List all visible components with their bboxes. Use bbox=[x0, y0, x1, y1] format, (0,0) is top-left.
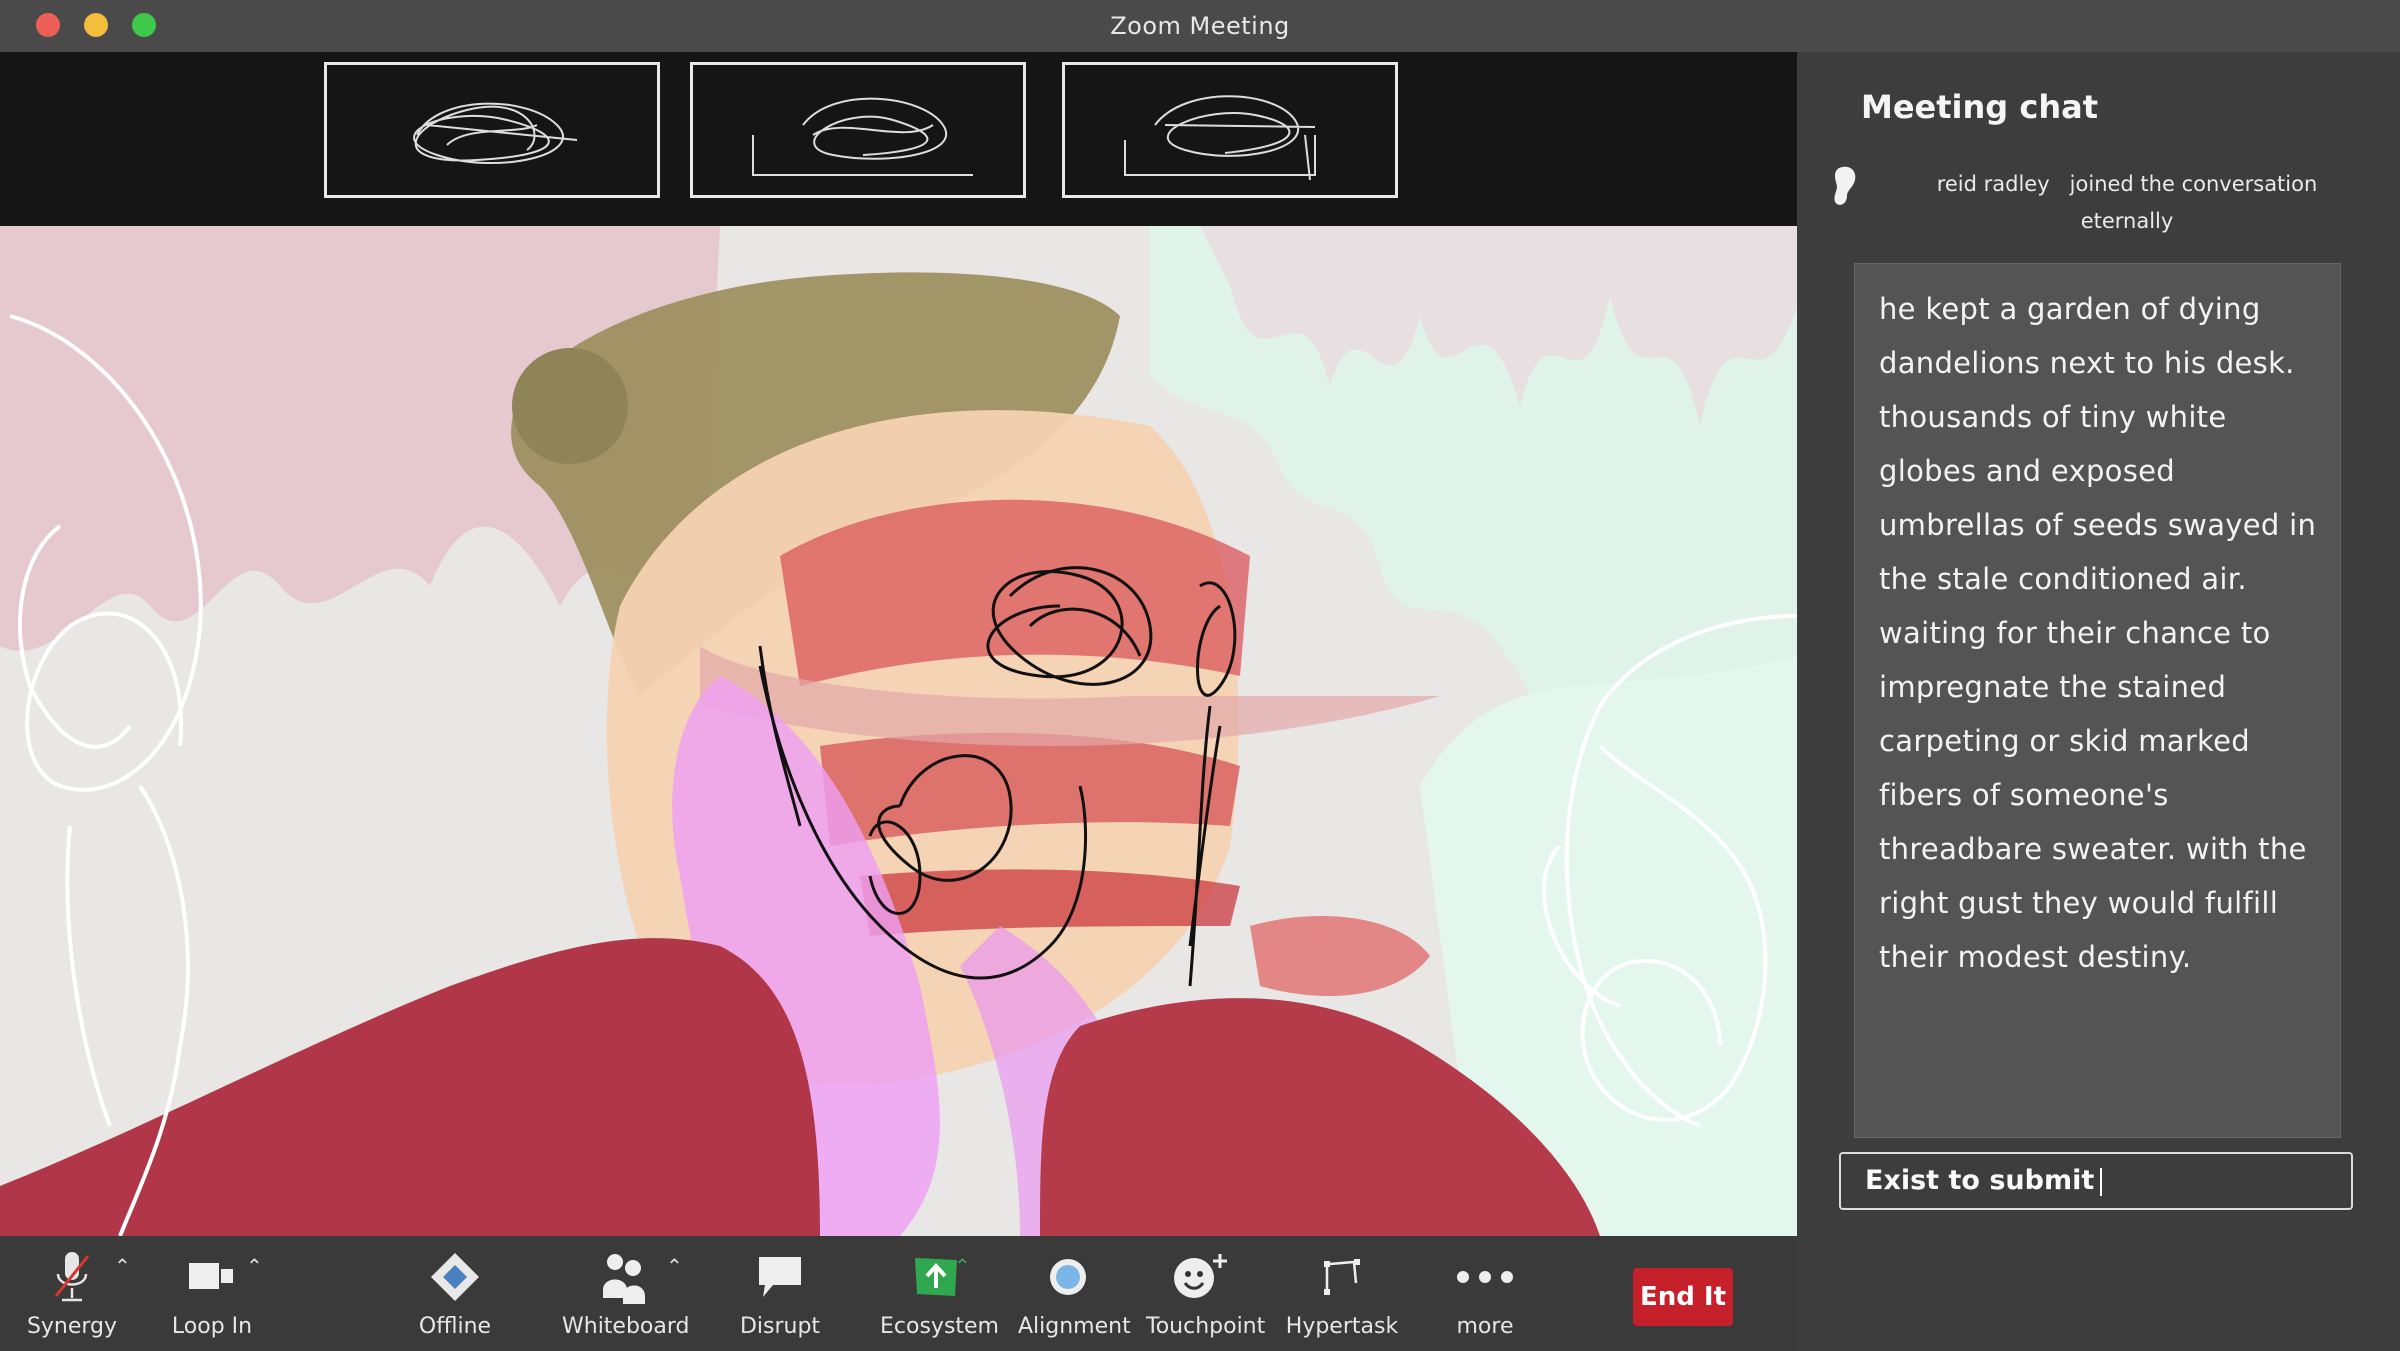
toolbar-label: Hypertask bbox=[1285, 1314, 1399, 1339]
more-button[interactable]: more bbox=[1440, 1248, 1530, 1339]
disrupt-button[interactable]: Disrupt bbox=[734, 1248, 826, 1339]
toolbar-label: Offline bbox=[418, 1314, 492, 1339]
video-stage bbox=[0, 52, 1797, 1236]
end-meeting-button[interactable]: End It bbox=[1633, 1268, 1733, 1326]
record-bubble-icon bbox=[1050, 1259, 1086, 1295]
more-dots-icon bbox=[1457, 1271, 1513, 1283]
toolbar-label: Ecosystem bbox=[880, 1314, 999, 1339]
ecosystem-button[interactable]: Ecosystem bbox=[880, 1248, 999, 1339]
text-caret bbox=[2100, 1167, 2103, 1196]
chat-message-text: he kept a garden of dying dandelions nex… bbox=[1879, 292, 2317, 974]
chevron-up-icon[interactable]: ⌃ bbox=[114, 1254, 131, 1278]
painted-portrait-image bbox=[0, 226, 1797, 1236]
diamond-icon bbox=[431, 1253, 479, 1301]
chevron-up-icon[interactable]: ⌃ bbox=[666, 1254, 683, 1278]
participant-thumbnail[interactable] bbox=[324, 62, 660, 198]
join-notice: reid radley joined the conversation eter… bbox=[1877, 166, 2377, 240]
toolbar-label: Whiteboard bbox=[562, 1314, 690, 1339]
toolbar-label: Alignment bbox=[1018, 1314, 1131, 1339]
participant-thumbnail-strip bbox=[0, 52, 1797, 228]
touchpoint-button[interactable]: Touchpoint bbox=[1146, 1248, 1266, 1339]
title-bar: Zoom Meeting bbox=[0, 0, 2400, 52]
participant-thumbnail[interactable] bbox=[1062, 62, 1398, 198]
reaction-icon bbox=[1174, 1254, 1227, 1298]
alignment-button[interactable]: Alignment bbox=[1018, 1248, 1131, 1339]
toolbar-label: Synergy bbox=[26, 1314, 118, 1339]
apps-icon bbox=[1324, 1259, 1360, 1295]
offline-button[interactable]: Offline bbox=[410, 1248, 500, 1339]
join-text: joined the conversation bbox=[2069, 172, 2318, 196]
toolbar-label: more bbox=[1456, 1314, 1514, 1339]
hypertask-button[interactable]: Hypertask bbox=[1284, 1248, 1400, 1339]
chevron-up-icon[interactable]: ⌃ bbox=[954, 1254, 971, 1278]
chat-title: Meeting chat bbox=[1861, 88, 2098, 126]
video-camera-icon bbox=[189, 1263, 233, 1289]
chat-panel: Meeting chat reid radley joined the conv… bbox=[1797, 52, 2400, 1351]
synergy-button[interactable]: Synergy bbox=[22, 1248, 122, 1339]
meeting-toolbar: Synergy ⌃ Loop In ⌃ Offline Whiteboard ⌃… bbox=[0, 1236, 1797, 1351]
toolbar-label: Disrupt bbox=[739, 1314, 821, 1339]
chat-input[interactable]: Exist to submit bbox=[1839, 1152, 2353, 1210]
chat-input-text: Exist to submit bbox=[1865, 1165, 2103, 1196]
microphone-muted-icon bbox=[54, 1252, 90, 1302]
chevron-up-icon[interactable]: ⌃ bbox=[246, 1254, 263, 1278]
participants-icon bbox=[603, 1254, 645, 1304]
user-icon bbox=[1834, 166, 1856, 205]
toolbar-label: Loop In bbox=[171, 1314, 253, 1339]
chat-message-box: he kept a garden of dying dandelions nex… bbox=[1854, 263, 2341, 1138]
toolbar-label: Touchpoint bbox=[1146, 1314, 1266, 1339]
speech-bubble-icon bbox=[759, 1257, 801, 1297]
participant-thumbnail[interactable] bbox=[690, 62, 1026, 198]
join-suffix: eternally bbox=[2080, 209, 2174, 233]
join-user-name: reid radley bbox=[1936, 172, 2050, 196]
scribble-face-drawing bbox=[752, 97, 973, 176]
window-title: Zoom Meeting bbox=[1110, 12, 1290, 40]
main-video-feed bbox=[0, 226, 1797, 1236]
scribble-face-drawing bbox=[413, 102, 578, 165]
scribble-face-drawing bbox=[1124, 95, 1316, 181]
